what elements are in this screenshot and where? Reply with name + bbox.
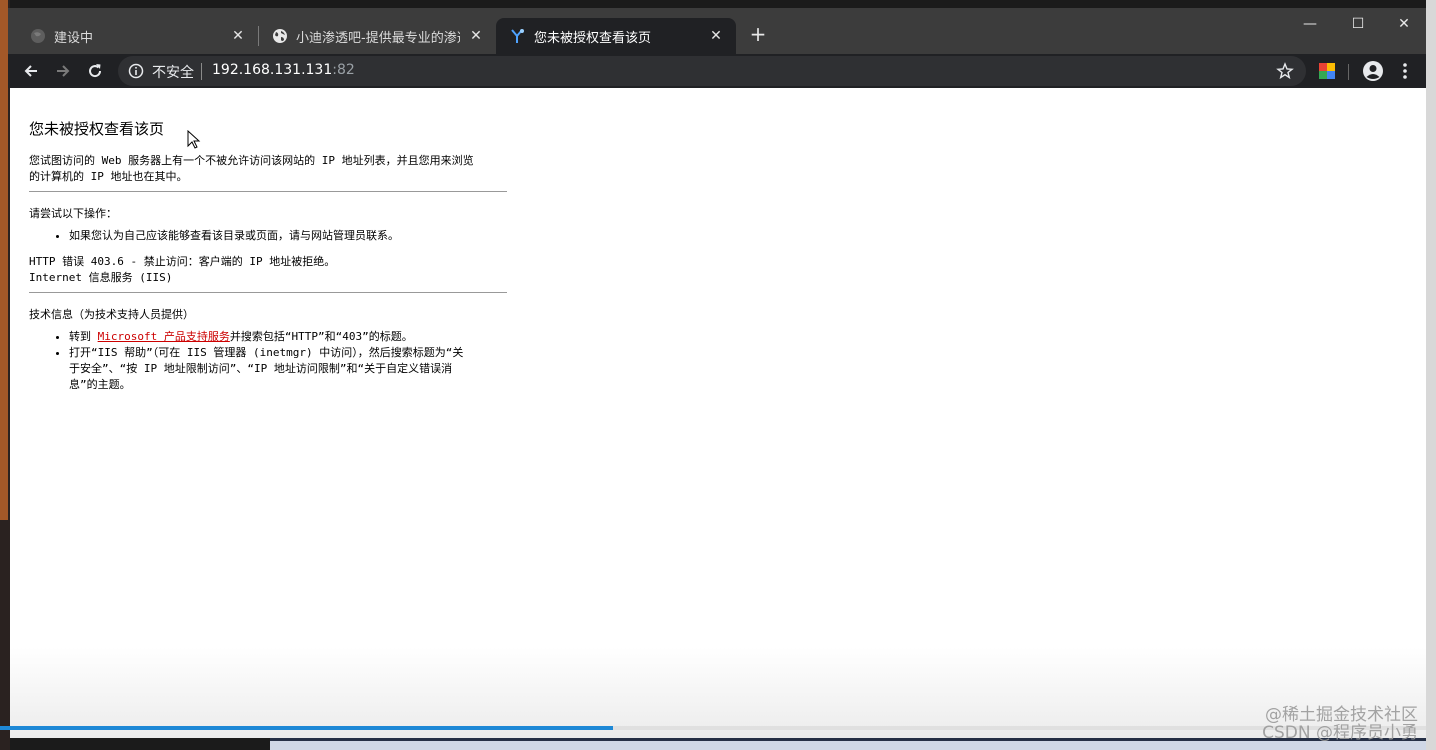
- watermark: @稀土掘金技术社区 CSDN @程序员小勇: [1262, 706, 1418, 742]
- tab-unauthorized[interactable]: 您未被授权查看该页 ✕: [496, 18, 736, 54]
- try-list: 如果您认为自己应该能够查看该目录或页面，请与网站管理员联系。: [29, 228, 507, 244]
- info-icon[interactable]: [128, 63, 144, 79]
- url-text[interactable]: 192.168.131.131:82: [212, 62, 355, 78]
- page-viewport: 您未被授权查看该页 您试图访问的 Web 服务器上有一个不被允许访问该网站的 I…: [10, 88, 1426, 738]
- extension-icon[interactable]: [1318, 62, 1336, 80]
- try-heading: 请尝试以下操作：: [29, 207, 117, 220]
- page-title: 您未被授权查看该页: [29, 120, 165, 138]
- security-label[interactable]: 不安全: [152, 62, 194, 82]
- reload-icon: [89, 64, 102, 78]
- bookmark-star-icon[interactable]: [1276, 62, 1294, 80]
- browser-toolbar: 不安全 192.168.131.131:82: [8, 54, 1426, 88]
- server-name: Internet 信息服务 (IIS): [29, 271, 173, 284]
- address-bar[interactable]: 不安全 192.168.131.131:82: [118, 56, 1306, 86]
- background-accent: [0, 0, 8, 520]
- list-item: 打开“IIS 帮助”（可在 IIS 管理器 (inetmgr) 中访问），然后搜…: [69, 345, 507, 393]
- video-progress-fill: [0, 726, 613, 730]
- address-divider: [201, 63, 202, 80]
- tab-close-icon[interactable]: ✕: [468, 28, 484, 44]
- back-button[interactable]: [18, 58, 44, 84]
- watermark-line: @稀土掘金技术社区: [1265, 705, 1418, 725]
- list-item: 如果您认为自己应该能够查看该目录或页面，请与网站管理员联系。: [69, 228, 507, 244]
- maximize-button[interactable]: ☐: [1340, 14, 1376, 38]
- watermark-line: CSDN @程序员小勇: [1262, 723, 1418, 743]
- arrow-right-icon: [57, 65, 70, 77]
- url-port: :82: [332, 62, 355, 78]
- tab-close-icon[interactable]: ✕: [708, 28, 724, 44]
- intro-text: 您试图访问的 Web 服务器上有一个不被允许访问该网站的 IP 地址列表，并且您…: [29, 153, 507, 185]
- iis-error-content: 您未被授权查看该页 您试图访问的 Web 服务器上有一个不被允许访问该网站的 I…: [29, 118, 507, 403]
- tech-item-line: 息”的主题。: [69, 378, 131, 391]
- ms-support-link[interactable]: Microsoft 产品支持服务: [98, 330, 230, 343]
- background-right-edge: [1426, 0, 1436, 750]
- gray-globe-icon: [30, 28, 46, 44]
- mouse-cursor-icon: [187, 130, 201, 149]
- tech-heading: 技术信息（为技术支持人员提供）: [29, 308, 194, 321]
- iis-icon: [510, 28, 526, 44]
- tab-label: 您未被授权查看该页: [534, 30, 652, 46]
- tab-xiaodi[interactable]: 小迪渗透吧-提供最专业的渗透测 ✕: [258, 18, 496, 54]
- background-taskbar: [270, 738, 1426, 750]
- error-code: HTTP 错误 403.6 - 禁止访问：客户端的 IP 地址被拒绝。: [29, 255, 336, 268]
- tech-item-prefix: 转到: [69, 330, 98, 343]
- tab-close-icon[interactable]: ✕: [230, 28, 246, 44]
- forward-button[interactable]: [50, 58, 76, 84]
- divider: [29, 191, 507, 192]
- profile-avatar-icon[interactable]: [1362, 60, 1384, 82]
- tab-label: 建设中: [54, 30, 94, 46]
- tab-strip: 建设中 ✕ 小迪渗透吧-提供最专业的渗透测 ✕ 您未被授权查看该页 ✕ + — …: [8, 8, 1426, 54]
- tech-item-line: 打开“IIS 帮助”（可在 IIS 管理器 (inetmgr) 中访问），然后搜…: [69, 346, 464, 359]
- url-host: 192.168.131.131: [212, 62, 333, 78]
- minimize-button[interactable]: —: [1292, 14, 1328, 38]
- taskbar-edge: [270, 738, 1426, 741]
- tech-list: 转到 Microsoft 产品支持服务并搜索包括“HTTP”和“403”的标题。…: [29, 329, 507, 393]
- intro-line: 您试图访问的 Web 服务器上有一个不被允许访问该网站的 IP 地址列表，并且您…: [29, 154, 474, 167]
- browser-window: 建设中 ✕ 小迪渗透吧-提供最专业的渗透测 ✕ 您未被授权查看该页 ✕ + — …: [8, 8, 1426, 88]
- kebab-menu-icon[interactable]: [1396, 60, 1414, 82]
- background-left-edge: [0, 0, 10, 750]
- tech-item-suffix: 并搜索包括“HTTP”和“403”的标题。: [229, 330, 413, 343]
- globe-icon: [272, 28, 288, 44]
- reload-button[interactable]: [82, 58, 108, 84]
- tech-item-line: 于安全”、“按 IP 地址限制访问”、“IP 地址访问限制”和“关于自定义错误消: [69, 362, 453, 375]
- tab-label: 小迪渗透吧-提供最专业的渗透测: [296, 30, 460, 46]
- toolbar-divider: [1348, 64, 1349, 80]
- new-tab-button[interactable]: +: [748, 24, 768, 44]
- arrow-left-icon: [24, 65, 37, 77]
- close-window-button[interactable]: ✕: [1386, 14, 1422, 38]
- divider: [29, 292, 507, 293]
- list-item: 转到 Microsoft 产品支持服务并搜索包括“HTTP”和“403”的标题。: [69, 329, 507, 345]
- intro-line: 的计算机的 IP 地址也在其中。: [29, 170, 188, 183]
- tab-construction[interactable]: 建设中 ✕: [16, 18, 258, 54]
